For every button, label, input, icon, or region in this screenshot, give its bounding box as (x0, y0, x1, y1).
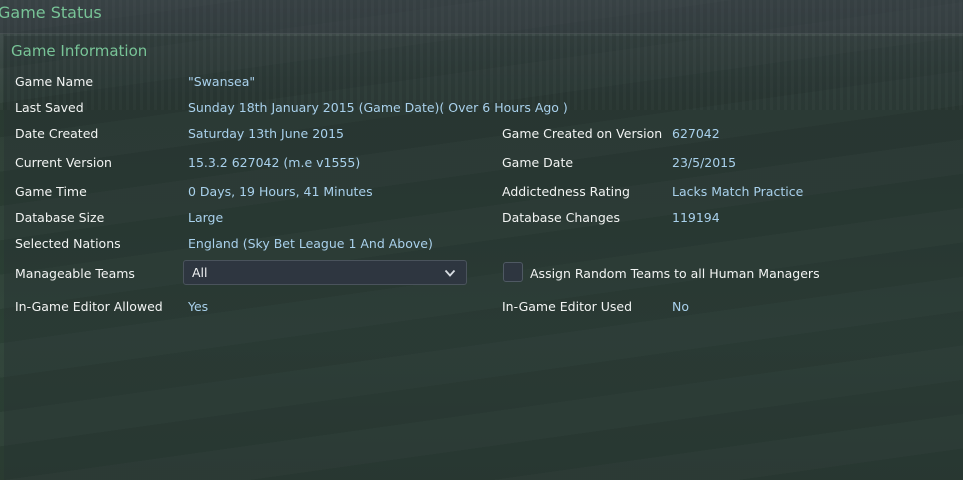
game-name-label: Game Name (15, 74, 94, 89)
selected-nations-value: England (Sky Bet League 1 And Above) (188, 236, 433, 251)
title-bar: Game Status (0, 0, 963, 34)
in-game-editor-allowed-label: In-Game Editor Allowed (15, 299, 163, 314)
game-time-value: 0 Days, 19 Hours, 41 Minutes (188, 184, 373, 199)
manageable-teams-dropdown[interactable]: All (183, 260, 467, 285)
game-date-label: Game Date (502, 155, 574, 170)
game-name-value: "Swansea" (188, 74, 256, 89)
database-changes-label: Database Changes (502, 210, 620, 225)
current-version-label: Current Version (15, 155, 112, 170)
in-game-editor-allowed-value: Yes (188, 299, 209, 314)
addictedness-rating-label: Addictedness Rating (502, 184, 630, 199)
database-changes-value: 119194 (672, 210, 720, 225)
game-created-version-label: Game Created on Version (502, 126, 663, 141)
game-date-value: 23/5/2015 (672, 155, 737, 170)
date-created-label: Date Created (15, 126, 99, 141)
last-saved-label: Last Saved (15, 100, 84, 115)
page-title: Game Status (0, 3, 102, 22)
assign-random-teams-label[interactable]: Assign Random Teams to all Human Manager… (530, 266, 820, 282)
game-time-label: Game Time (15, 184, 87, 199)
addictedness-rating-value: Lacks Match Practice (672, 184, 804, 199)
manageable-teams-selected: All (192, 265, 208, 280)
assign-random-teams-checkbox[interactable] (503, 262, 523, 282)
selected-nations-label: Selected Nations (15, 236, 121, 251)
in-game-editor-used-label: In-Game Editor Used (502, 299, 633, 314)
section-title: Game Information (11, 42, 148, 60)
last-saved-value: Sunday 18th January 2015 (Game Date)( Ov… (188, 100, 568, 115)
in-game-editor-used-value: No (672, 299, 689, 314)
database-size-value: Large (188, 210, 224, 225)
game-created-version-value: 627042 (672, 126, 720, 141)
manageable-teams-label: Manageable Teams (15, 266, 135, 281)
date-created-value: Saturday 13th June 2015 (188, 126, 345, 141)
database-size-label: Database Size (15, 210, 105, 225)
current-version-value: 15.3.2 627042 (m.e v1555) (188, 155, 361, 170)
chevron-down-icon (444, 269, 456, 277)
